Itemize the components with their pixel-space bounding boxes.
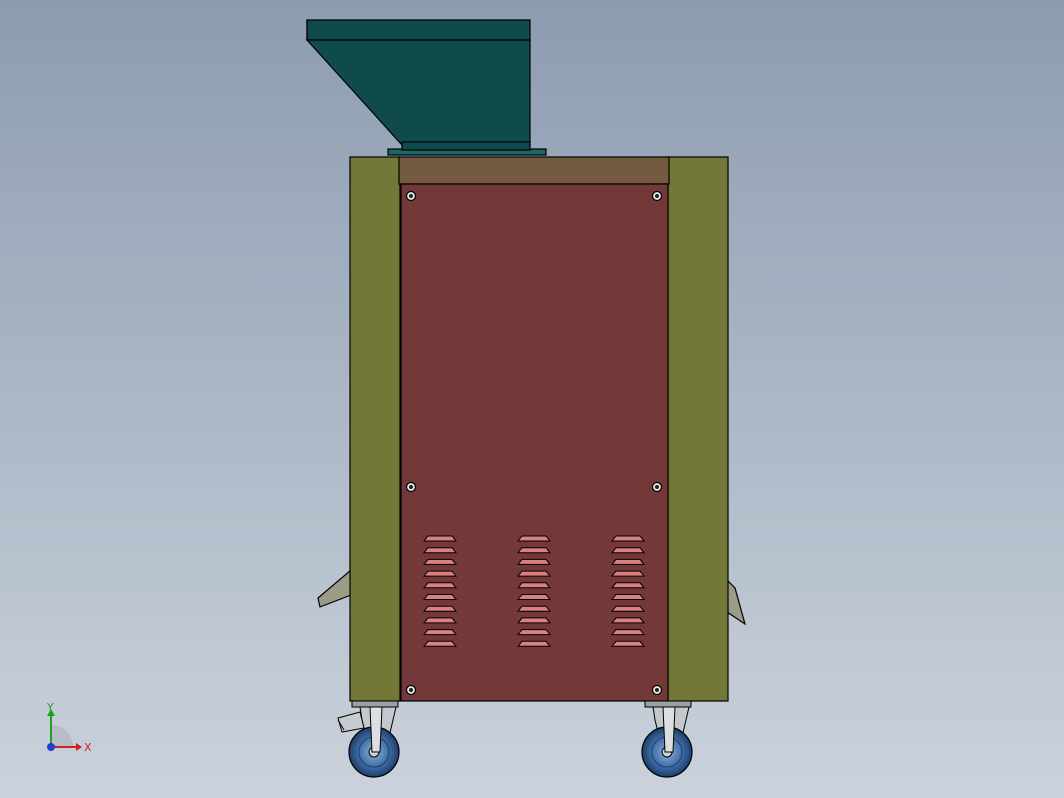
vent-slat (610, 594, 646, 600)
vent-slat (422, 535, 458, 542)
hopper-neck (401, 141, 531, 151)
vent-slat (610, 629, 646, 636)
y-axis-label: Y (46, 701, 54, 714)
vent-slat (516, 605, 552, 612)
cad-viewport[interactable]: X Y (0, 0, 1064, 798)
vent-slat (516, 629, 552, 636)
vent-slat (422, 582, 458, 589)
top-cover-band (398, 156, 670, 185)
vent-slat (516, 640, 552, 647)
vent-slat (610, 558, 646, 565)
vent-slat (610, 640, 646, 647)
x-axis-label: X (84, 741, 92, 754)
vent-slat (422, 547, 458, 554)
left-side-post (349, 156, 401, 702)
screw-icon (651, 190, 663, 202)
vent-slat (422, 617, 458, 624)
vent-slat (610, 547, 646, 554)
vent-slat (516, 570, 552, 577)
z-axis-dot (47, 743, 55, 751)
vent-slat (516, 547, 552, 554)
vent-slat (422, 558, 458, 565)
hopper-top-box (306, 19, 531, 41)
vent-slat (516, 594, 552, 600)
screw-icon (405, 684, 417, 696)
front-access-panel (400, 183, 669, 702)
vent-slat (610, 605, 646, 612)
vent-slat (422, 640, 458, 647)
screw-icon (405, 481, 417, 493)
vent-slat (516, 582, 552, 589)
vent-slat (516, 535, 552, 542)
vent-slat (610, 617, 646, 624)
vent-slat (610, 535, 646, 542)
vent-slat (610, 582, 646, 589)
right-side-post (667, 156, 729, 702)
vent-slat (422, 570, 458, 577)
screw-icon (651, 684, 663, 696)
vent-slat (610, 570, 646, 577)
vent-slat (422, 594, 458, 600)
vent-slat (422, 605, 458, 612)
screw-icon (405, 190, 417, 202)
screw-icon (651, 481, 663, 493)
vent-slat (422, 629, 458, 636)
vent-slat (516, 558, 552, 565)
vent-slat (516, 617, 552, 624)
